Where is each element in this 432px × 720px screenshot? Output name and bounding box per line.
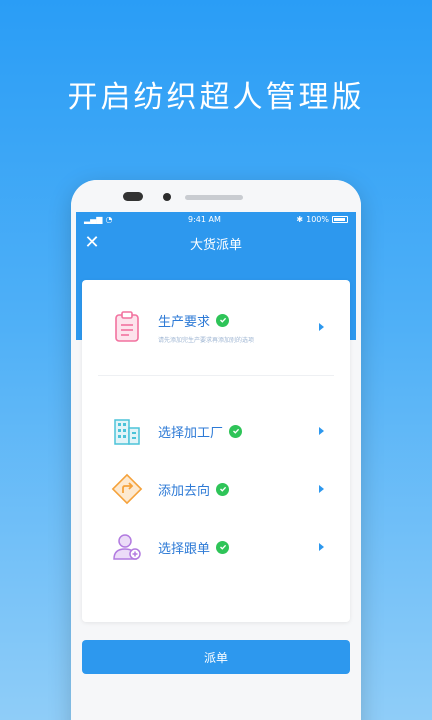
check-icon <box>216 313 230 327</box>
factory-icon <box>114 419 140 445</box>
row-title: 选择跟单 <box>158 541 211 557</box>
close-icon[interactable]: ✕ <box>82 233 102 253</box>
sensor-icon <box>163 193 171 201</box>
chevron-right-icon <box>319 485 324 493</box>
check-icon <box>216 540 230 554</box>
direction-icon <box>111 473 143 505</box>
camera-icon <box>123 192 143 201</box>
clipboard-icon <box>115 311 139 342</box>
row-production-requirements[interactable]: 生产要求 请先添加完生产要求再添加别的选项 <box>82 302 350 352</box>
dispatch-button[interactable]: 派单 <box>82 640 350 674</box>
row-select-factory[interactable]: 选择加工厂 <box>82 406 350 456</box>
bluetooth-icon: ✱ <box>296 214 304 224</box>
phone-frame: ▂▄▆ ◔ 9:41 AM ✱ 100% ✕ 大货派单 生产要求 请先添加完生产… <box>71 180 361 720</box>
row-title: 生产要求 <box>158 314 211 330</box>
chevron-right-icon <box>319 427 324 435</box>
row-subtitle: 请先添加完生产要求再添加别的选项 <box>158 336 255 344</box>
row-add-destination[interactable]: 添加去向 <box>82 464 350 514</box>
wifi-icon: ◔ <box>105 214 113 224</box>
speaker-icon <box>185 195 243 200</box>
row-select-merchandiser[interactable]: 选择跟单 <box>82 522 350 572</box>
promo-headline: 开启纺织超人管理版 <box>67 80 365 115</box>
chevron-right-icon <box>319 543 324 551</box>
signal-icon: ▂▄▆ <box>84 214 103 224</box>
check-icon <box>229 424 243 438</box>
dispatch-card: 生产要求 请先添加完生产要求再添加别的选项 选择加工厂 添加去向 选择跟单 <box>82 280 350 622</box>
status-time: 9:41 AM <box>187 214 221 224</box>
battery-icon <box>331 215 348 223</box>
check-icon <box>216 482 230 496</box>
user-icon <box>113 534 141 560</box>
chevron-right-icon <box>319 323 324 331</box>
divider <box>98 375 334 376</box>
row-title: 添加去向 <box>158 483 211 499</box>
phone-bezel <box>71 180 361 212</box>
page-title: 大货派单 <box>189 237 242 253</box>
row-title: 选择加工厂 <box>158 425 224 441</box>
nav-bar: ✕ 大货派单 <box>76 226 356 260</box>
status-bar: ▂▄▆ ◔ 9:41 AM ✱ 100% <box>76 212 356 226</box>
battery-percent: 100% <box>306 214 329 224</box>
